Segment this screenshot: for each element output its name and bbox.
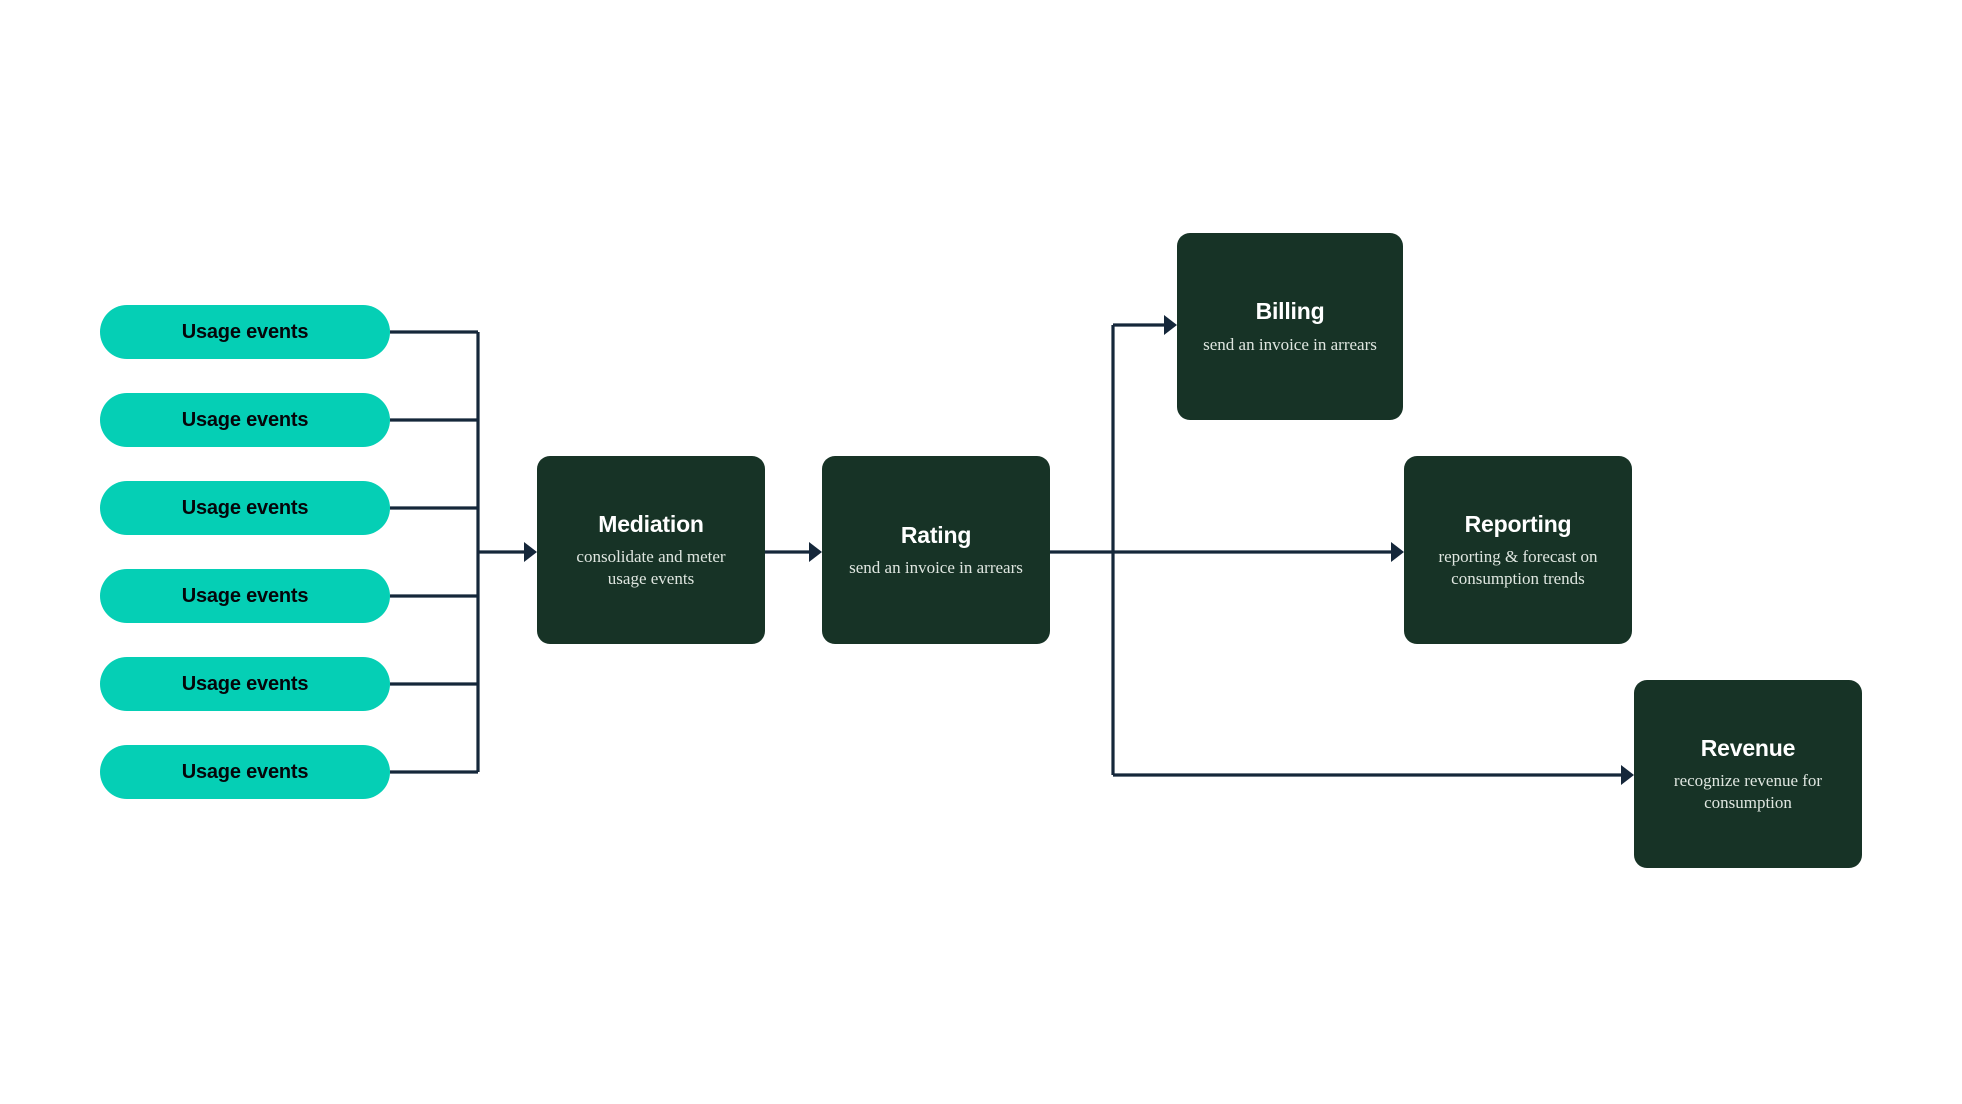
stage-title: Mediation: [598, 511, 704, 538]
stage-node-mediation[interactable]: Mediation consolidate and meter usage ev…: [537, 456, 765, 644]
stage-description: consolidate and meter usage events: [576, 547, 726, 588]
diagram-canvas: Usage events Usage events Usage events U…: [0, 0, 1962, 1104]
source-pill-2[interactable]: Usage events: [100, 393, 390, 447]
arrowhead-billing: [1164, 315, 1177, 335]
stage-description: send an invoice in arrears: [1203, 334, 1377, 354]
source-pill-label: Usage events: [181, 760, 309, 783]
stage-title: Revenue: [1700, 735, 1796, 762]
source-pill-6[interactable]: Usage events: [100, 745, 390, 799]
stage-node-revenue[interactable]: Revenue recognize revenue for consumptio…: [1634, 680, 1862, 868]
source-pill-label: Usage events: [181, 584, 309, 607]
source-pill-label: Usage events: [181, 672, 309, 695]
source-pill-label: Usage events: [181, 496, 309, 519]
source-pill-5[interactable]: Usage events: [100, 657, 390, 711]
stage-title: Rating: [900, 521, 972, 548]
stage-node-billing[interactable]: Billing send an invoice in arrears: [1177, 233, 1403, 420]
source-pill-label: Usage events: [181, 408, 309, 431]
source-pill-1[interactable]: Usage events: [100, 305, 390, 359]
stage-description: reporting & forecast on consumption tren…: [1438, 547, 1598, 588]
stage-description: send an invoice in arrears: [849, 558, 1023, 578]
source-pill-label: Usage events: [181, 320, 309, 343]
arrowhead-rating: [809, 542, 822, 562]
stage-description: recognize revenue for consumption: [1673, 771, 1823, 812]
stage-node-reporting[interactable]: Reporting reporting & forecast on consum…: [1404, 456, 1632, 644]
source-pill-4[interactable]: Usage events: [100, 569, 390, 623]
stage-node-rating[interactable]: Rating send an invoice in arrears: [822, 456, 1050, 644]
stage-title: Billing: [1255, 298, 1325, 325]
source-pill-3[interactable]: Usage events: [100, 481, 390, 535]
arrowhead-reporting: [1391, 542, 1404, 562]
arrowhead-revenue: [1621, 765, 1634, 785]
stage-title: Reporting: [1464, 511, 1572, 538]
arrowhead-mediation: [524, 542, 537, 562]
